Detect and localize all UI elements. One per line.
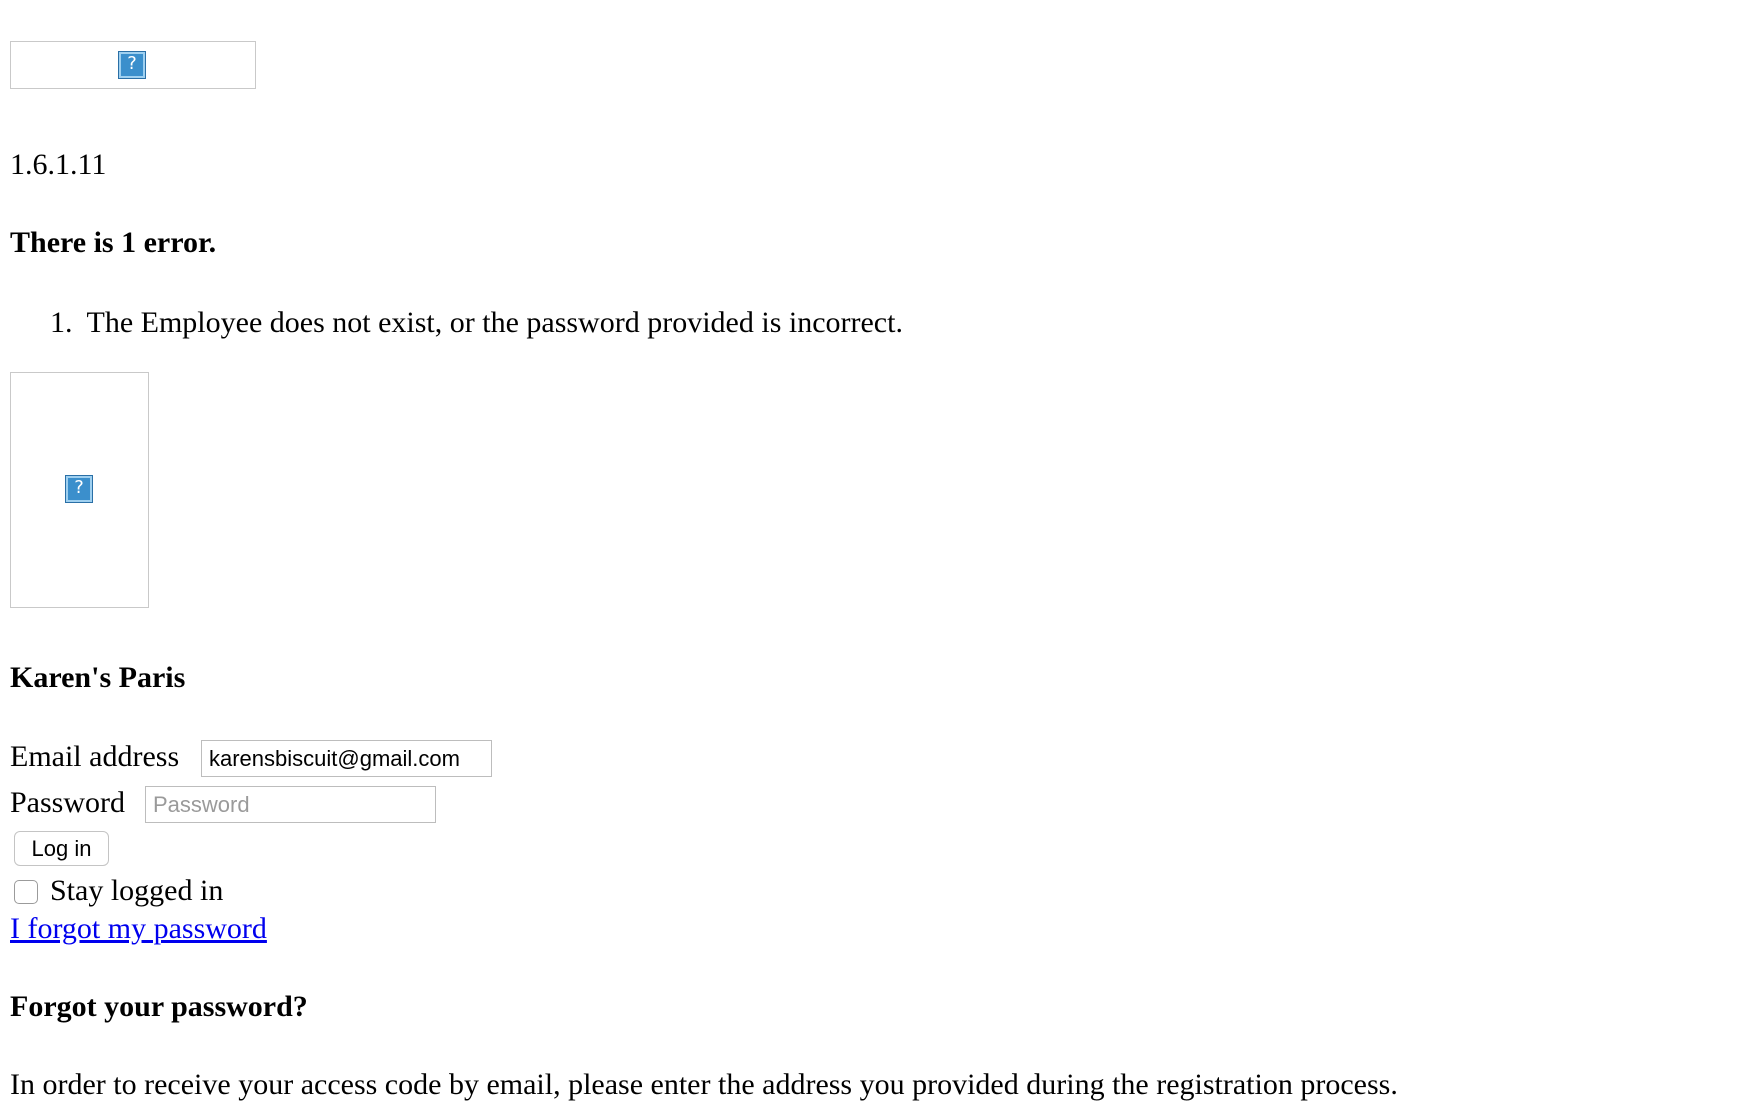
error-heading: There is 1 error.: [10, 226, 217, 259]
version-text: 1.6.1.11: [10, 148, 107, 181]
shop-name: Karen's Paris: [10, 661, 186, 694]
forgot-password-instructions: In order to receive your access code by …: [10, 1068, 1398, 1101]
password-input[interactable]: [145, 786, 436, 823]
forgot-password-heading: Forgot your password?: [10, 990, 308, 1023]
password-label: Password: [10, 786, 126, 819]
email-input[interactable]: [201, 740, 492, 777]
logo-image: ?: [10, 41, 256, 89]
stay-logged-in-label: Stay logged in: [50, 874, 224, 907]
forgot-password-link[interactable]: I forgot my password: [10, 912, 267, 946]
email-label: Email address: [10, 740, 180, 773]
broken-image-icon: ?: [65, 475, 93, 503]
error-item-number: 1.: [50, 306, 73, 339]
shop-image: ?: [10, 372, 149, 608]
error-list-item: 1. The Employee does not exist, or the pa…: [50, 306, 903, 340]
broken-image-icon: ?: [118, 51, 146, 79]
error-item-text: The Employee does not exist, or the pass…: [86, 306, 903, 339]
login-button[interactable]: Log in: [14, 831, 109, 866]
stay-logged-in-checkbox[interactable]: [14, 880, 38, 904]
